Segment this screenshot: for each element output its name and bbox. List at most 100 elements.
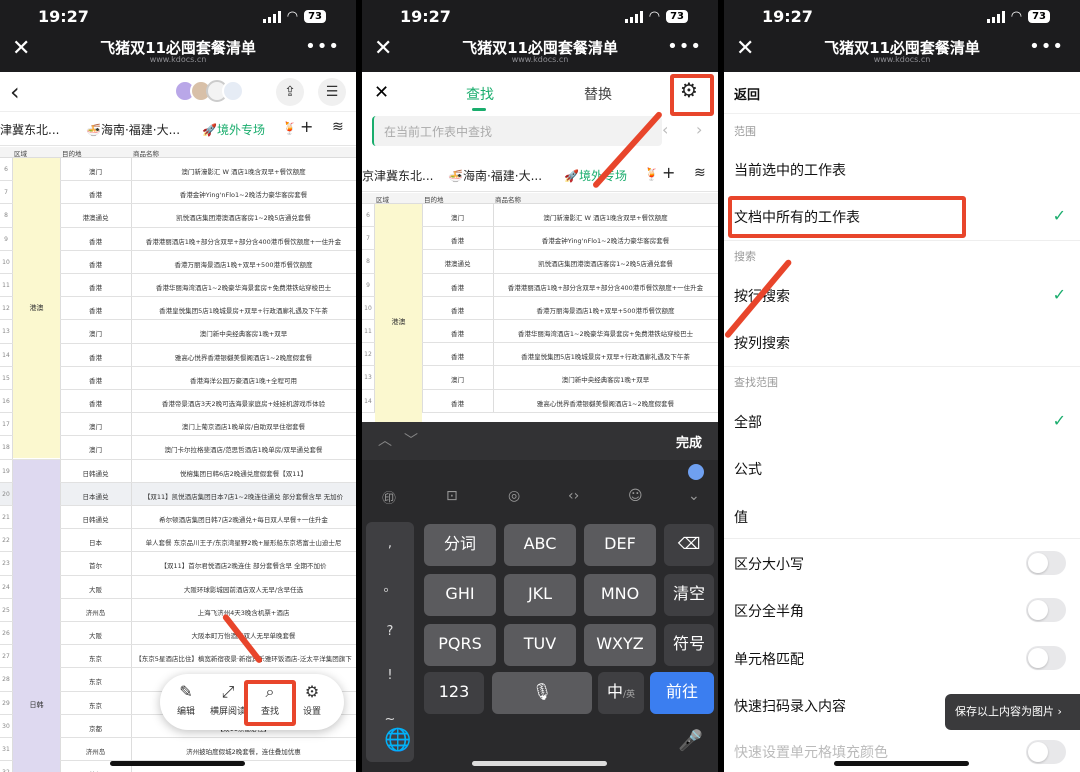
- grid-line: [422, 296, 423, 319]
- add-sheet-icon[interactable]: +: [662, 163, 675, 182]
- globe-icon[interactable]: 🌐: [384, 728, 411, 753]
- tab-replace[interactable]: 替换: [584, 84, 612, 104]
- cell-match-toggle[interactable]: [1026, 646, 1066, 670]
- option-case-sensitive: 区分大小写: [734, 557, 804, 573]
- settings-button[interactable]: ⚙ 设置: [292, 682, 332, 717]
- cell-product: 香港皇悦集团5店1晚城景房+双早+行政酒廊礼遇及下午茶: [521, 353, 690, 362]
- layers-icon[interactable]: ≋: [694, 165, 706, 181]
- more-icon[interactable]: •••: [305, 36, 340, 57]
- key-mno[interactable]: MNO: [584, 574, 656, 616]
- punct-key[interactable]: !: [366, 654, 414, 698]
- region-cell-hk[interactable]: 港澳: [375, 204, 422, 422]
- row-number: 14: [364, 397, 372, 405]
- width-toggle[interactable]: [1026, 598, 1066, 622]
- mic-icon[interactable]: 🎤: [678, 728, 703, 752]
- grid-line: [131, 529, 132, 552]
- cell-destination: 香港: [89, 284, 102, 292]
- battery-icon: 73: [304, 10, 326, 23]
- sheet-tab[interactable]: 🍜海南·福建·大...: [86, 121, 180, 138]
- assistant-icon[interactable]: [688, 464, 704, 480]
- key-fenci[interactable]: 分词: [424, 524, 496, 566]
- grid-line: [60, 297, 61, 320]
- option-formula[interactable]: 公式: [734, 459, 762, 479]
- punct-key[interactable]: 。: [366, 566, 414, 610]
- grid-line: [60, 552, 61, 575]
- option-scan-input[interactable]: 快速扫码录入内容: [734, 696, 846, 716]
- sheet-tab[interactable]: 津冀东北...: [0, 121, 59, 138]
- grid-line: [131, 320, 132, 343]
- mic-small-icon[interactable]: ◎: [508, 488, 520, 504]
- grid-line: [493, 204, 494, 227]
- find-input[interactable]: 在当前工作表中查找: [372, 116, 662, 146]
- case-toggle[interactable]: [1026, 551, 1066, 575]
- back-button[interactable]: 返回: [734, 84, 760, 103]
- tab-find[interactable]: 查找: [466, 84, 494, 111]
- close-find-icon[interactable]: ✕: [374, 82, 389, 103]
- key-jkl[interactable]: JKL: [504, 574, 576, 616]
- key-tuv[interactable]: TUV: [504, 624, 576, 666]
- punct-key[interactable]: ?: [366, 610, 414, 654]
- cell-destination: 东京: [89, 701, 102, 710]
- option-by-column[interactable]: 按列搜索: [734, 333, 790, 353]
- clear-key[interactable]: 清空: [664, 574, 714, 616]
- option-value[interactable]: 值: [734, 507, 748, 527]
- numbers-key[interactable]: 123: [424, 672, 484, 714]
- save-as-image-button[interactable]: 保存以上内容为图片 ›: [945, 694, 1080, 730]
- sheet-tab[interactable]: 🍹: [644, 167, 659, 181]
- fill-toggle[interactable]: [1026, 740, 1066, 764]
- sheet-tab[interactable]: 京津冀东北...: [362, 167, 433, 184]
- row-number: 27: [2, 653, 10, 661]
- option-all[interactable]: 全部: [734, 412, 762, 432]
- collapse-icon[interactable]: ⌄: [688, 488, 700, 504]
- emoji-icon[interactable]: ㊞: [382, 488, 396, 508]
- cell-product: 澳门新中央经典客房1晚+双早: [199, 330, 288, 339]
- more-icon[interactable]: •••: [667, 36, 702, 57]
- more-icon[interactable]: •••: [1029, 36, 1064, 57]
- updown-icon[interactable]: ︿﹀: [378, 430, 430, 450]
- key-abc[interactable]: ABC: [504, 524, 576, 566]
- sheet-tab[interactable]: 🍹: [282, 121, 297, 135]
- punct-key[interactable]: ,: [366, 522, 414, 566]
- menu-icon[interactable]: ☰: [318, 78, 346, 106]
- collaborator-avatars[interactable]: [174, 80, 244, 102]
- smile-icon[interactable]: ☺: [628, 488, 643, 504]
- done-button[interactable]: 完成: [676, 432, 702, 451]
- prev-icon[interactable]: ‹: [662, 120, 668, 139]
- section-scope: 范围: [734, 125, 756, 138]
- go-button[interactable]: 前往: [650, 672, 714, 714]
- add-sheet-icon[interactable]: +: [300, 117, 313, 136]
- lang-key[interactable]: 中/英: [598, 672, 644, 714]
- region-cell-jk[interactable]: 日韩: [13, 460, 60, 772]
- sheet-tab[interactable]: 🍜海南·福建·大...: [448, 167, 542, 184]
- option-current-sheet[interactable]: 当前选中的工作表: [734, 160, 846, 180]
- region-cell-hk[interactable]: 港澳: [13, 158, 60, 458]
- layers-icon[interactable]: ≋: [332, 119, 344, 135]
- grid-line: [60, 459, 61, 482]
- back-icon[interactable]: ‹: [10, 78, 20, 106]
- key-ghi[interactable]: GHI: [424, 574, 496, 616]
- edit-button[interactable]: ✎ 编辑: [166, 682, 206, 717]
- sheet-tab-active[interactable]: 🚀境外专场: [202, 121, 265, 138]
- sheet-tabs: 京津冀东北... 🍜海南·福建·大... 🚀境外专场 🍹 + ≋: [362, 158, 718, 192]
- grid-line: [493, 366, 494, 389]
- next-icon[interactable]: ›: [696, 120, 702, 139]
- grid-line: [131, 413, 132, 436]
- cell-product: 【双11】凯悦酒店集团日本7店1~2晚连住通兑 部分套餐含早 无加价: [143, 492, 344, 501]
- landscape-button[interactable]: ⤢ 横屏阅读: [208, 682, 248, 717]
- share-icon[interactable]: ⇪: [276, 78, 304, 106]
- cursor-icon[interactable]: ‹›: [568, 488, 579, 504]
- clipboard-icon[interactable]: ⊡: [446, 488, 458, 504]
- status-icons: ◠ 73: [262, 9, 326, 24]
- cell-product: 凯悦酒店集团港澳酒店客房1~2晚5店通兑套餐: [538, 260, 673, 269]
- key-pqrs[interactable]: PQRS: [424, 624, 496, 666]
- option-fill-color[interactable]: 快速设置单元格填充颜色: [734, 742, 888, 762]
- delete-key[interactable]: ⌫: [664, 524, 714, 566]
- save-label: 保存以上内容为图片: [955, 705, 1054, 718]
- cell-destination: 京都: [89, 724, 102, 733]
- grid-line: [60, 598, 61, 621]
- space-key[interactable]: 🎙: [492, 672, 592, 714]
- key-wxyz[interactable]: WXYZ: [584, 624, 656, 666]
- key-def[interactable]: DEF: [584, 524, 656, 566]
- row-number: 18: [2, 444, 10, 452]
- symbol-key[interactable]: 符号: [664, 624, 714, 666]
